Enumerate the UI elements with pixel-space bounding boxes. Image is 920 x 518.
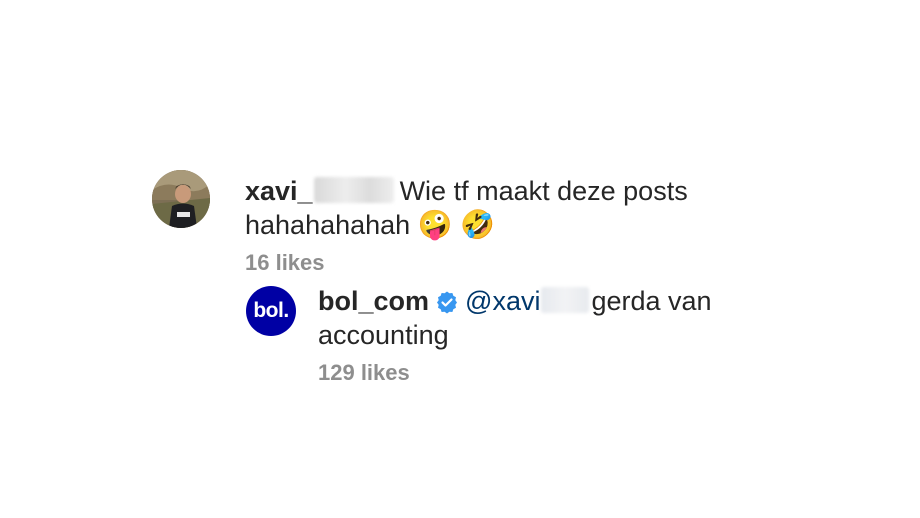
redacted-text [313,177,394,203]
rofl-icon: 🤣 [460,208,495,241]
reply-body: bol_com @xavi gerda van accounting 129 li… [318,284,838,386]
comment-body: xavi_ Wie tf maakt deze posts hahahahahah… [245,174,805,276]
comment-username[interactable]: xavi_ [245,176,313,206]
user-avatar-photo [152,170,210,228]
bol-logo: bol. [253,299,289,322]
reply-likes[interactable]: 129 likes [318,360,838,386]
verified-badge-icon [437,291,458,314]
redacted-text [541,287,590,313]
zany-face-icon: 🤪 [417,208,453,241]
avatar[interactable] [152,170,210,228]
brand-avatar[interactable]: bol. [246,286,296,336]
reply-username[interactable]: bol_com [318,286,429,316]
comment-likes[interactable]: 16 likes [245,250,805,276]
mention-link[interactable]: @xavi [465,286,540,316]
